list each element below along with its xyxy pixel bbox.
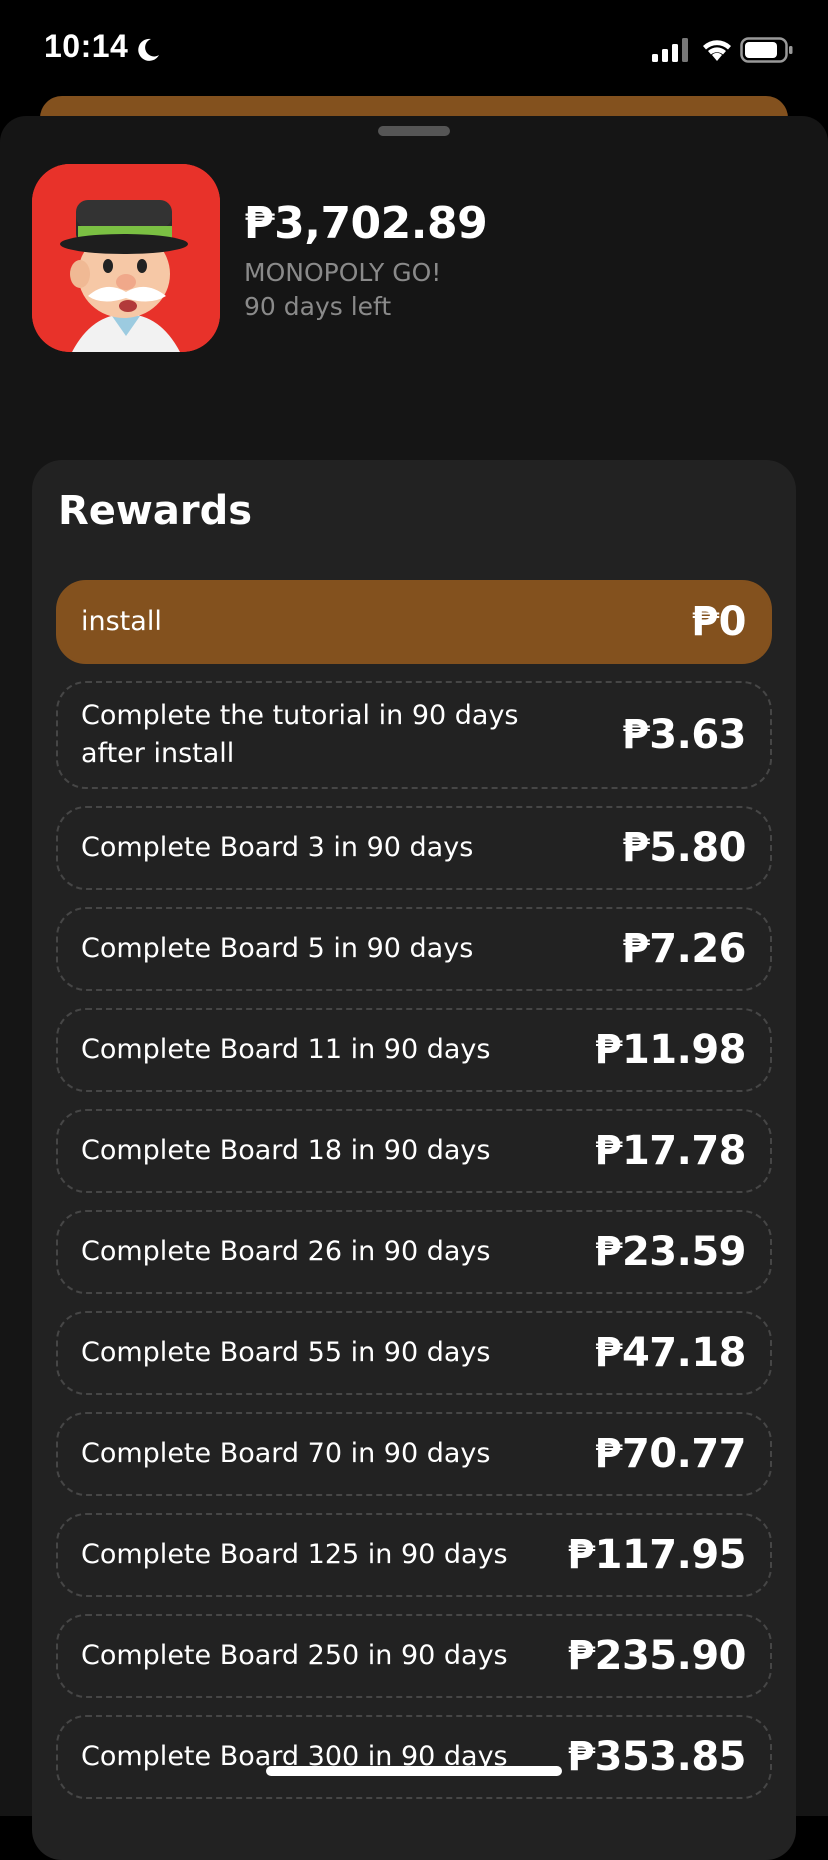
reward-row-board-300[interactable]: Complete Board 300 in 90 days ₱353.85 xyxy=(56,1715,772,1799)
reward-label: Complete the tutorial in 90 days after i… xyxy=(81,700,519,769)
battery-icon xyxy=(740,37,793,63)
days-left: 90 days left xyxy=(244,292,392,321)
reward-row-board-5[interactable]: Complete Board 5 in 90 days ₱7.26 xyxy=(56,907,772,991)
reward-row-board-3[interactable]: Complete Board 3 in 90 days ₱5.80 xyxy=(56,806,772,890)
reward-label: Complete Board 26 in 90 days xyxy=(81,1236,491,1267)
moon-icon xyxy=(138,38,159,61)
reward-row-board-26[interactable]: Complete Board 26 in 90 days ₱23.59 xyxy=(56,1210,772,1294)
reward-value: ₱235.90 xyxy=(567,1633,746,1679)
reward-label: Complete Board 55 in 90 days xyxy=(81,1337,491,1368)
app-icon xyxy=(32,164,220,352)
home-indicator[interactable] xyxy=(266,1766,562,1776)
reward-label: Complete Board 5 in 90 days xyxy=(81,933,474,964)
reward-row-install[interactable]: install ₱0 xyxy=(56,580,772,664)
reward-list: install ₱0 Complete the tutorial in 90 d… xyxy=(56,580,772,1816)
reward-value: ₱3.63 xyxy=(621,712,747,758)
reward-value: ₱353.85 xyxy=(567,1734,746,1780)
offer-sheet: ₱3,702.89 MONOPOLY GO! 90 days left Rewa… xyxy=(0,116,828,1860)
reward-value: ₱7.26 xyxy=(621,926,747,972)
reward-label: install xyxy=(81,606,162,637)
reward-label: Complete Board 250 in 90 days xyxy=(81,1640,508,1671)
reward-row-tutorial[interactable]: Complete the tutorial in 90 days after i… xyxy=(56,681,772,789)
reward-label: Complete Board 70 in 90 days xyxy=(81,1438,491,1469)
status-bar: 10:14 xyxy=(0,0,828,100)
reward-value: ₱70.77 xyxy=(594,1431,747,1477)
reward-label: Complete Board 125 in 90 days xyxy=(81,1539,508,1570)
rewards-card: Rewards install ₱0 Complete the tutorial… xyxy=(32,460,796,1860)
reward-value: ₱17.78 xyxy=(594,1128,747,1174)
signal-icon xyxy=(652,38,688,62)
reward-label: Complete Board 11 in 90 days xyxy=(81,1034,491,1065)
reward-value: ₱11.98 xyxy=(594,1027,747,1073)
reward-label: Complete Board 3 in 90 days xyxy=(81,832,474,863)
reward-value: ₱47.18 xyxy=(594,1330,747,1376)
reward-label: Complete Board 18 in 90 days xyxy=(81,1135,491,1166)
reward-value: ₱5.80 xyxy=(621,825,747,871)
reward-value: ₱117.95 xyxy=(567,1532,746,1578)
reward-row-board-55[interactable]: Complete Board 55 in 90 days ₱47.18 xyxy=(56,1311,772,1395)
reward-row-board-125[interactable]: Complete Board 125 in 90 days ₱117.95 xyxy=(56,1513,772,1597)
status-time: 10:14 xyxy=(44,28,129,64)
reward-row-board-70[interactable]: Complete Board 70 in 90 days ₱70.77 xyxy=(56,1412,772,1496)
rewards-title: Rewards xyxy=(58,488,253,534)
reward-row-board-18[interactable]: Complete Board 18 in 90 days ₱17.78 xyxy=(56,1109,772,1193)
reward-row-board-250[interactable]: Complete Board 250 in 90 days ₱235.90 xyxy=(56,1614,772,1698)
wifi-icon xyxy=(703,40,731,61)
reward-value: ₱23.59 xyxy=(594,1229,747,1275)
reward-value: ₱0 xyxy=(691,599,746,645)
total-reward-amount: ₱3,702.89 xyxy=(244,198,488,249)
reward-row-board-11[interactable]: Complete Board 11 in 90 days ₱11.98 xyxy=(56,1008,772,1092)
app-name: MONOPOLY GO! xyxy=(244,258,442,287)
sheet-grabber[interactable] xyxy=(378,126,450,136)
